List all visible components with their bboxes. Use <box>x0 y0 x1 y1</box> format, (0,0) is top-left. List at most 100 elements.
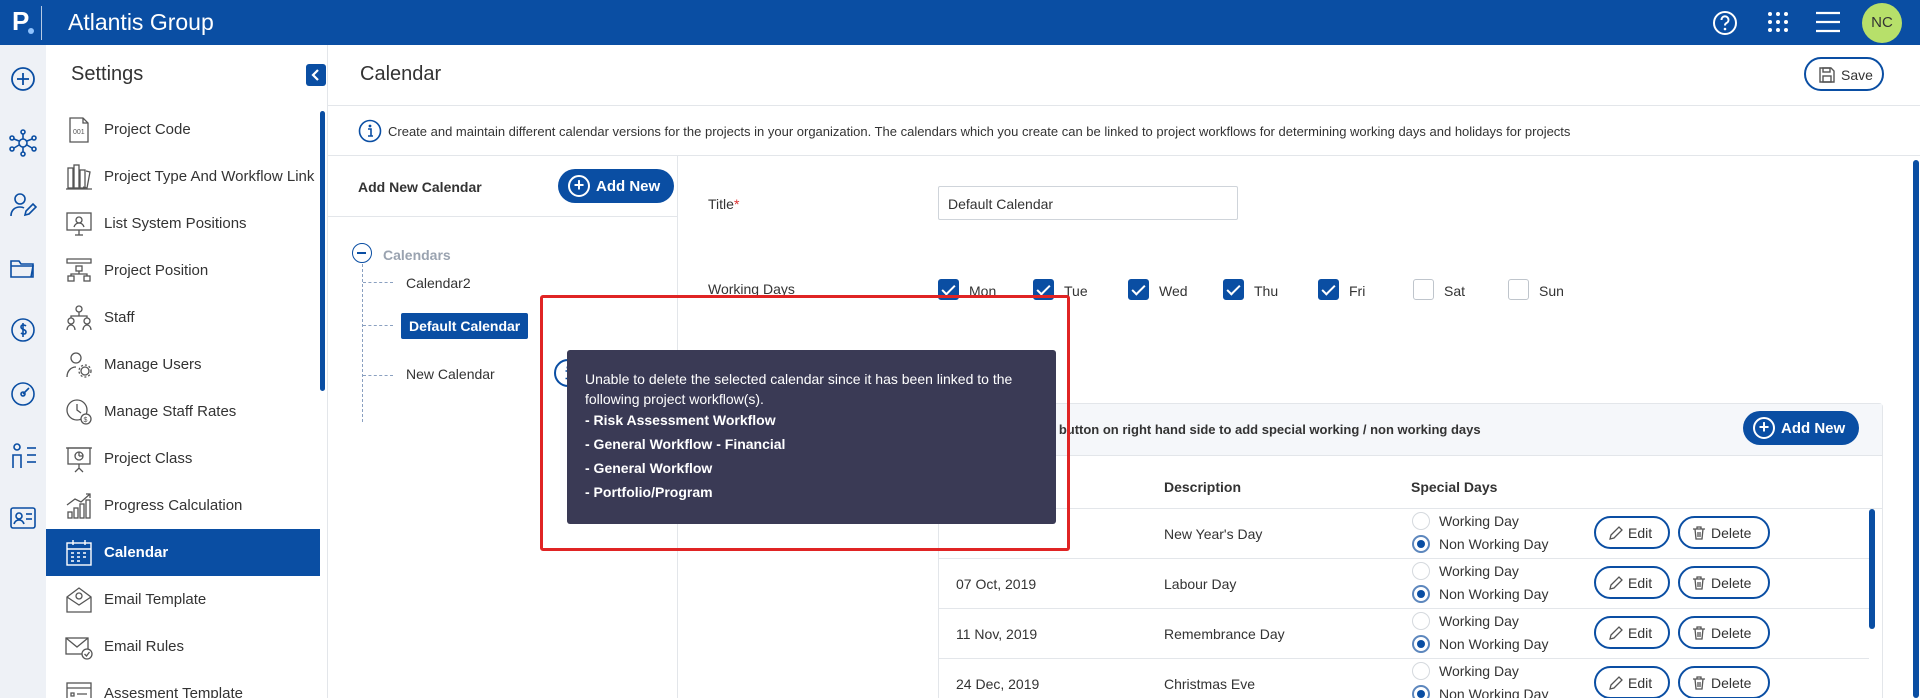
logo-letter: P <box>12 6 30 36</box>
apps-grid-icon[interactable] <box>1763 8 1793 38</box>
pencil-icon <box>1609 576 1623 590</box>
pencil-icon <box>1609 626 1623 640</box>
info-icon <box>358 119 382 143</box>
save-button[interactable]: Save <box>1804 57 1884 91</box>
sidebar-item-list-system-positions[interactable]: List System Positions <box>46 200 320 247</box>
plus-circle-icon: + <box>1753 417 1775 439</box>
save-icon <box>1819 67 1835 83</box>
tooltip-message: Unable to delete the selected calendar s… <box>585 371 1013 407</box>
collapse-sidebar-button[interactable] <box>306 64 326 86</box>
radio-non-working-day[interactable] <box>1412 585 1430 603</box>
sidebar-item-assessment-template[interactable]: Assesment Template <box>46 670 320 698</box>
working-days-label: Working Days <box>708 281 795 297</box>
sidebar-item-progress-calculation[interactable]: Progress Calculation <box>46 482 320 529</box>
position-chart-icon <box>64 256 94 286</box>
trash-icon <box>1693 626 1705 640</box>
sidebar-item-manage-staff-rates[interactable]: $ Manage Staff Rates <box>46 388 320 435</box>
trash-icon <box>1693 576 1705 590</box>
assessment-template-icon <box>64 679 94 698</box>
contact-card-icon[interactable] <box>9 504 37 532</box>
sidebar-item-project-code[interactable]: 001 Project Code <box>46 106 320 153</box>
radio-working-day[interactable] <box>1412 612 1430 630</box>
table-row: 24 Dec, 2019 Christmas Eve Working Day N… <box>939 659 1869 698</box>
plus-circle-icon: + <box>568 175 590 197</box>
info-banner: Create and maintain different calendar v… <box>358 117 1858 147</box>
add-new-calendar-label: Add New Calendar <box>358 179 482 195</box>
icon-rail <box>0 45 46 698</box>
sidebar-item-staff[interactable]: Staff <box>46 294 320 341</box>
user-avatar[interactable]: NC <box>1862 3 1902 43</box>
folder-icon[interactable] <box>9 254 37 282</box>
clock-dollar-icon: $ <box>64 397 94 427</box>
email-rules-icon <box>64 632 94 662</box>
progress-bars-icon <box>64 491 94 521</box>
edit-button[interactable]: Edit <box>1594 516 1670 549</box>
delete-button[interactable]: Delete <box>1678 666 1770 698</box>
radio-working-day[interactable] <box>1412 662 1430 680</box>
table-scrollbar[interactable] <box>1869 509 1875 629</box>
sidebar-scrollbar[interactable] <box>320 111 325 391</box>
trash-icon <box>1693 526 1705 540</box>
delete-button[interactable]: Delete <box>1678 616 1770 649</box>
trash-icon <box>1693 676 1705 690</box>
sidebar-item-calendar[interactable]: Calendar <box>46 529 320 576</box>
dashboard-gauge-icon[interactable] <box>9 379 37 407</box>
staff-hierarchy-icon <box>64 303 94 333</box>
settings-sidebar: Settings 001 Project Code Project Type A… <box>46 45 328 698</box>
edit-button[interactable]: Edit <box>1594 566 1670 599</box>
column-header-special-days: Special Days <box>1411 479 1498 495</box>
page-title: Calendar <box>360 63 442 85</box>
title-label: Title* <box>708 196 740 212</box>
top-bar: P Atlantis Group NC <box>0 0 1920 45</box>
tree-node-calendar2[interactable]: Calendar2 <box>406 275 471 291</box>
sidebar-item-project-type-workflow[interactable]: Project Type And Workflow Link <box>46 153 320 200</box>
code-document-icon: 001 <box>64 115 94 145</box>
page-scrollbar[interactable] <box>1913 160 1919 698</box>
column-header-description: Description <box>1164 479 1242 495</box>
radio-non-working-day[interactable] <box>1412 685 1430 698</box>
add-special-day-button[interactable]: + Add New <box>1743 411 1859 445</box>
chevron-left-icon <box>311 69 319 81</box>
org-chart-icon[interactable] <box>9 442 37 470</box>
save-button-label: Save <box>1841 67 1873 83</box>
title-input[interactable]: Default Calendar <box>938 186 1238 220</box>
delete-button[interactable]: Delete <box>1678 516 1770 549</box>
edit-button[interactable]: Edit <box>1594 616 1670 649</box>
tree-node-new-calendar[interactable]: New Calendar <box>406 366 495 382</box>
finance-icon[interactable] <box>9 316 37 344</box>
radio-non-working-day[interactable] <box>1412 535 1430 553</box>
radio-non-working-day[interactable] <box>1412 635 1430 653</box>
add-circle-icon[interactable] <box>9 65 37 93</box>
edit-button[interactable]: Edit <box>1594 666 1670 698</box>
sidebar-item-manage-users[interactable]: Manage Users <box>46 341 320 388</box>
table-row: 07 Oct, 2019 Labour Day Working Day Non … <box>939 559 1869 609</box>
sidebar-item-project-class[interactable]: Project Class <box>46 435 320 482</box>
help-icon[interactable] <box>1710 8 1740 38</box>
delete-blocked-tooltip: Unable to delete the selected calendar s… <box>567 350 1056 524</box>
delete-button[interactable]: Delete <box>1678 566 1770 599</box>
tree-root-calendars[interactable]: Calendars <box>383 247 451 263</box>
add-new-calendar-button[interactable]: + Add New <box>558 169 674 203</box>
tooltip-workflow-item: - Risk Assessment Workflow <box>585 412 776 428</box>
settings-title: Settings <box>71 63 144 85</box>
sidebar-item-email-template[interactable]: Email Template <box>46 576 320 623</box>
svg-text:001: 001 <box>73 129 85 136</box>
user-edit-icon[interactable] <box>9 191 38 219</box>
tree-node-default-calendar[interactable]: Default Calendar <box>401 313 529 339</box>
network-icon[interactable] <box>9 129 37 157</box>
presentation-icon <box>64 444 94 474</box>
table-row: 11 Nov, 2019 Remembrance Day Working Day… <box>939 609 1869 659</box>
hamburger-menu-icon[interactable] <box>1813 8 1843 38</box>
sidebar-item-project-position[interactable]: Project Position <box>46 247 320 294</box>
books-icon <box>64 162 94 192</box>
radio-working-day[interactable] <box>1412 562 1430 580</box>
app-logo[interactable]: P <box>12 6 42 40</box>
svg-text:$: $ <box>84 417 88 424</box>
user-gear-icon <box>64 350 94 380</box>
sidebar-item-email-rules[interactable]: Email Rules <box>46 623 320 670</box>
radio-working-day[interactable] <box>1412 512 1430 530</box>
tooltip-workflow-item: - General Workflow - Financial <box>585 436 786 452</box>
special-days-panel: w' button on right hand side to add spec… <box>938 403 1883 698</box>
collapse-tree-icon[interactable] <box>352 243 372 263</box>
table-row: New Year's Day Working Day Non Working D… <box>939 509 1869 559</box>
